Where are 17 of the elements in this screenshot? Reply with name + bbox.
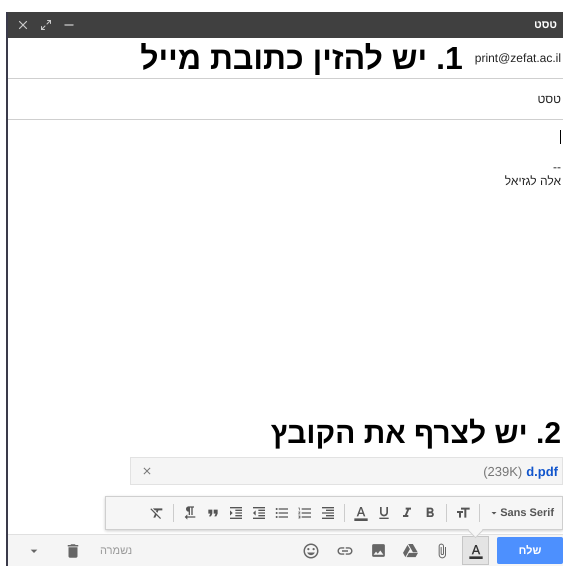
close-icon[interactable] bbox=[141, 465, 153, 477]
body-text: אלה לגזיאל bbox=[504, 174, 561, 188]
text-format-icon bbox=[468, 542, 484, 558]
saved-status: נשמרה bbox=[100, 544, 132, 556]
recipient-field[interactable]: print@zefat.ac.il bbox=[474, 51, 561, 65]
close-icon[interactable] bbox=[16, 18, 30, 32]
attachment-size: (239K) bbox=[483, 464, 522, 478]
subject-field[interactable]: טסט bbox=[537, 92, 561, 106]
annotation-text: 2. יש לצרף את הקובץ bbox=[270, 419, 561, 449]
text-cursor bbox=[560, 130, 561, 144]
attachment-name[interactable]: d.pdf bbox=[526, 464, 558, 478]
annotation-text: 1. יש להזין כתובת מייל bbox=[140, 42, 463, 74]
window-title: טסט bbox=[534, 19, 557, 31]
font-dropdown[interactable]: Sans Serif bbox=[486, 501, 556, 525]
body-text: -- bbox=[553, 160, 561, 174]
expand-icon[interactable] bbox=[40, 19, 52, 31]
formatting-button[interactable] bbox=[462, 536, 489, 565]
